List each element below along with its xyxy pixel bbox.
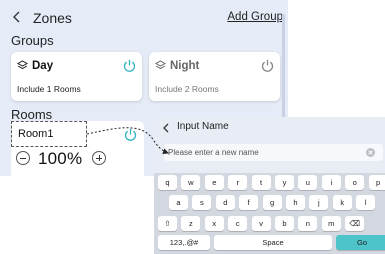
key-x[interactable]: x (204, 216, 224, 231)
space-key[interactable]: Space (214, 235, 332, 250)
key-y[interactable]: y (275, 175, 294, 190)
increase-button[interactable] (92, 151, 106, 165)
group-subtitle: Include 2 Rooms (155, 84, 219, 94)
name-field[interactable] (164, 144, 383, 161)
key-j[interactable]: j (309, 195, 329, 210)
key-u[interactable]: u (298, 175, 318, 190)
group-card-day[interactable]: Day Include 1 Rooms (11, 52, 142, 101)
key-d[interactable]: d (215, 195, 235, 210)
layers-icon (17, 60, 28, 70)
key-h[interactable]: h (286, 195, 305, 210)
key-o[interactable]: o (345, 175, 365, 190)
group-name: Night (170, 60, 200, 72)
key-z[interactable]: z (181, 216, 201, 231)
power-icon[interactable] (122, 58, 137, 73)
key-v[interactable]: v (251, 216, 271, 231)
key-f[interactable]: f (239, 195, 259, 210)
room-name-highlight[interactable]: Room1 (11, 121, 87, 147)
key-c[interactable]: c (228, 216, 248, 231)
key-m[interactable]: m (321, 216, 341, 231)
page-title: Zones (33, 10, 72, 26)
clear-icon[interactable] (366, 148, 375, 157)
group-subtitle: Include 1 Rooms (17, 84, 81, 94)
key-t[interactable]: t (251, 175, 271, 190)
keyboard: q w e r t y u i o p a s d f g h j k l ⇧ z x c v b n m ⌫ 123,.@# Space… (154, 173, 385, 254)
key-a[interactable]: a (169, 195, 188, 210)
key-q[interactable]: q (158, 175, 177, 190)
rooms-heading: Rooms (11, 107, 53, 122)
input-name-dialog: Input Name qwertyuiop asdfghjkl ⇧ zxcvbnm ⌫ 1… (154, 117, 385, 254)
key-s[interactable]: s (192, 195, 212, 210)
key-k[interactable]: k (332, 195, 352, 210)
key-r[interactable]: r (228, 175, 248, 190)
back-chevron-icon[interactable] (160, 122, 172, 134)
level-value: 100% (38, 149, 83, 168)
power-icon[interactable] (123, 127, 138, 142)
group-card-night[interactable]: Night Include 2 Rooms (149, 52, 280, 101)
name-input[interactable] (168, 144, 358, 161)
layers-icon (155, 60, 166, 70)
top-bar: Zones Add Group (0, 0, 288, 34)
key-i[interactable]: i (321, 175, 341, 190)
key-e[interactable]: e (204, 175, 224, 190)
add-group-link[interactable]: Add Group (227, 11, 283, 23)
back-chevron-icon[interactable] (10, 10, 24, 24)
key-b[interactable]: b (275, 216, 294, 231)
group-name: Day (32, 60, 54, 72)
scrollbar[interactable] (282, 14, 285, 124)
backspace-key[interactable]: ⌫ (345, 216, 365, 231)
key-g[interactable]: g (262, 195, 282, 210)
go-key[interactable]: Go (336, 235, 385, 250)
dialog-title: Input Name (177, 121, 229, 132)
key-p[interactable]: p (368, 175, 385, 190)
key-l[interactable]: l (356, 195, 376, 210)
key-w[interactable]: w (181, 175, 201, 190)
room-name[interactable]: Room1 (18, 128, 53, 140)
groups-heading: Groups (11, 33, 54, 48)
key-n[interactable]: n (298, 216, 318, 231)
room-card[interactable]: Room1 100% (11, 121, 144, 176)
power-icon[interactable] (260, 58, 275, 73)
symbols-key[interactable]: 123,.@# (158, 235, 210, 250)
shift-key[interactable]: ⇧ (158, 216, 177, 231)
decrease-button[interactable] (16, 151, 30, 165)
